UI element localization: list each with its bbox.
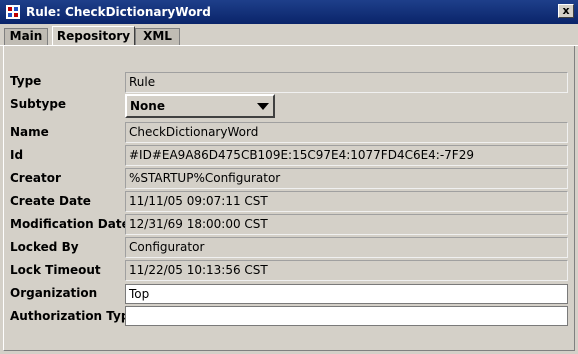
subtype-value: None bbox=[130, 99, 165, 113]
name-field: CheckDictionaryWord bbox=[125, 122, 568, 143]
tab-main[interactable]: Main bbox=[4, 28, 48, 45]
subtype-label: Subtype bbox=[10, 97, 67, 111]
type-label: Type bbox=[10, 74, 42, 88]
creator-label: Creator bbox=[10, 171, 61, 185]
organization-label: Organization bbox=[10, 286, 98, 300]
modification-date-label: Modification Date bbox=[10, 217, 130, 231]
title-bar: Rule: CheckDictionaryWord x bbox=[0, 0, 578, 24]
create-date-field: 11/11/05 09:07:11 CST bbox=[125, 191, 568, 212]
subtype-select[interactable]: None bbox=[125, 94, 275, 118]
close-icon: x bbox=[562, 4, 570, 17]
rule-icon bbox=[6, 5, 20, 19]
lock-timeout-field: 11/22/05 10:13:56 CST bbox=[125, 260, 568, 281]
locked-by-label: Locked By bbox=[10, 240, 79, 254]
lock-timeout-label: Lock Timeout bbox=[10, 263, 101, 277]
modification-date-field: 12/31/69 18:00:00 CST bbox=[125, 214, 568, 235]
authorization-type-input[interactable] bbox=[125, 306, 568, 326]
close-button[interactable]: x bbox=[558, 4, 574, 18]
id-label: Id bbox=[10, 148, 24, 162]
authorization-type-label: Authorization Type bbox=[10, 309, 138, 323]
type-field: Rule bbox=[125, 72, 568, 93]
window-title: Rule: CheckDictionaryWord bbox=[26, 5, 211, 19]
organization-input[interactable]: Top bbox=[125, 284, 568, 304]
tab-xml[interactable]: XML bbox=[135, 28, 180, 45]
id-field: #ID#EA9A86D475CB109E:15C97E4:1077FD4C6E4… bbox=[125, 145, 568, 166]
chevron-down-icon bbox=[257, 103, 269, 110]
name-label: Name bbox=[10, 125, 49, 139]
create-date-label: Create Date bbox=[10, 194, 91, 208]
locked-by-field: Configurator bbox=[125, 237, 568, 258]
tab-strip: Main Repository XML bbox=[0, 26, 578, 46]
creator-field: %STARTUP%Configurator bbox=[125, 168, 568, 189]
tab-repository[interactable]: Repository bbox=[52, 26, 135, 46]
